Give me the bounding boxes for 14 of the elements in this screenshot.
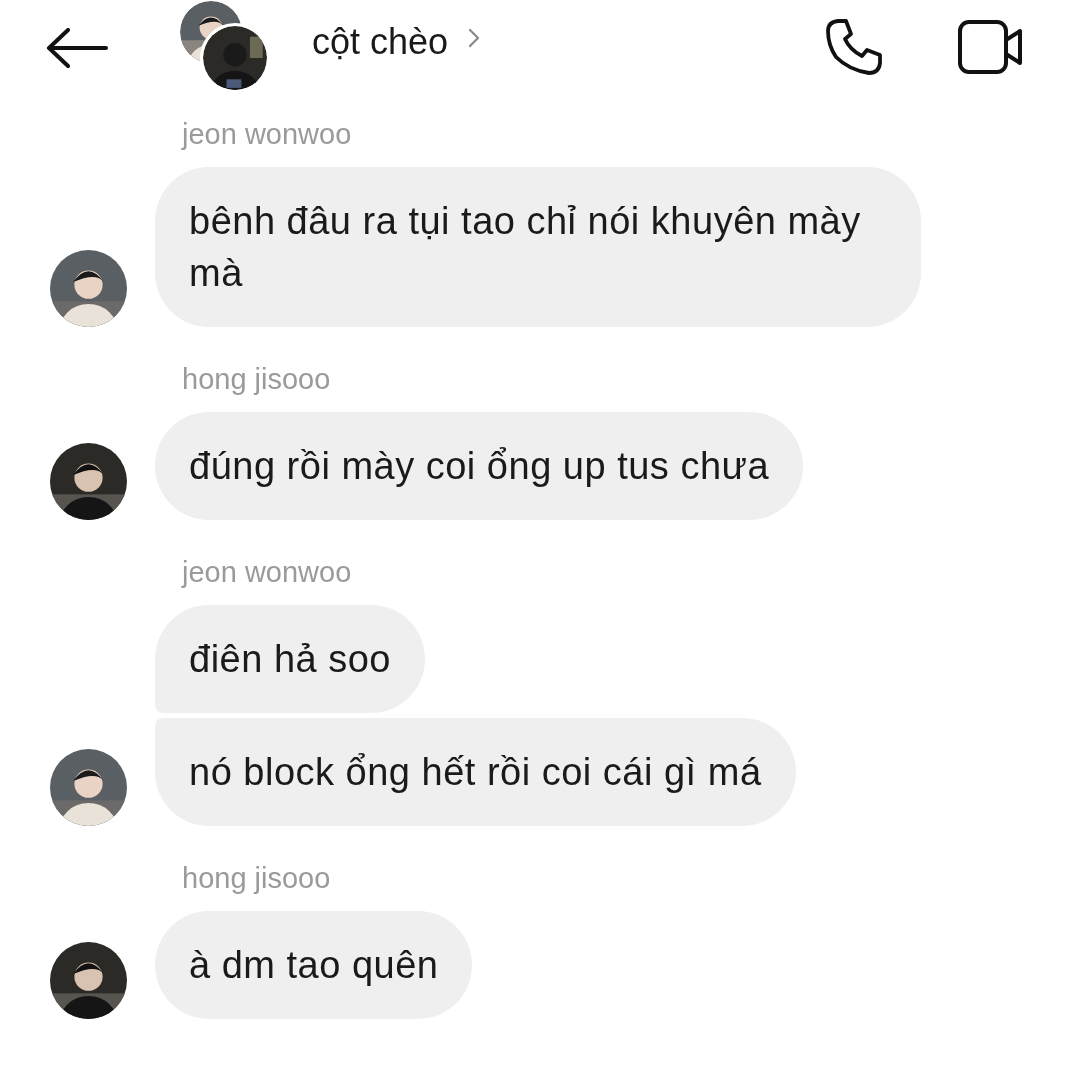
sender-name: hong jisooo — [182, 363, 332, 396]
message-bubble[interactable]: à dm tao quên — [155, 911, 473, 1019]
phone-icon[interactable] — [824, 17, 884, 77]
video-camera-icon[interactable] — [958, 20, 1024, 74]
back-arrow-icon[interactable] — [46, 28, 108, 68]
sender-name: hong jisooo — [182, 862, 332, 895]
message-bubble[interactable]: nó block ổng hết rồi coi cái gì má — [155, 718, 796, 826]
message-bubble[interactable]: đúng rồi mày coi ổng up tus chưa — [155, 412, 804, 520]
chevron-icon[interactable] — [468, 28, 481, 48]
message-bubble[interactable]: điên hả soo — [155, 605, 425, 713]
sender-name: jeon wonwoo — [182, 118, 353, 151]
message-bubble[interactable]: bênh đâu ra tụi tao chỉ nói khuyên mày mà — [155, 167, 921, 327]
chat-title[interactable]: cột chèo — [312, 21, 449, 63]
sender-name: jeon wonwoo — [182, 556, 353, 589]
